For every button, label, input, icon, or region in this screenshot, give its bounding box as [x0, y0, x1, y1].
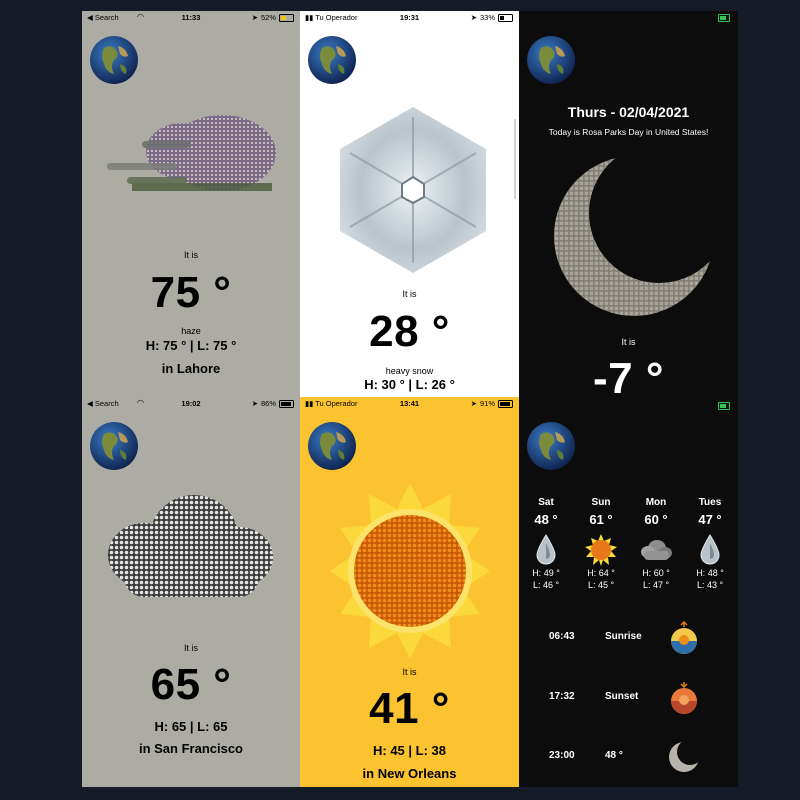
- panel-new-orleans: ▮▮ Tu Operador 13:41 ➤ 91% It is 41 ° H:…: [300, 397, 519, 787]
- crescent-moon-icon: [549, 151, 719, 326]
- forecast-low: L: 46 °: [532, 580, 560, 590]
- sunset-row: 17:32 Sunset: [519, 679, 738, 719]
- moon-icon: [667, 740, 701, 779]
- forecast-temp: 48 °: [534, 512, 558, 527]
- battery-percent: 33%: [479, 13, 495, 22]
- forecast-day-sun: Sun 61 ° H: 64 ° L: 45 °: [574, 497, 628, 591]
- city-name: in Lahore: [161, 361, 221, 376]
- earth-globe-icon[interactable]: [527, 422, 575, 470]
- city-name: in New Orleans: [362, 766, 457, 781]
- panel-forecast: Sat 48 ° H: 49 ° L: 46 ° Sun 61 ° H: 64 …: [519, 397, 738, 787]
- sunset-time: 17:32: [549, 691, 575, 702]
- it-is-label: It is: [183, 250, 198, 260]
- sunrise-label: Sunrise: [605, 631, 642, 642]
- location-arrow-icon: ➤: [251, 399, 258, 408]
- forecast-temp: 61 °: [589, 512, 613, 527]
- location-arrow-icon: ➤: [470, 399, 477, 408]
- location-arrow-icon: ➤: [470, 13, 477, 22]
- forecast-temp: 47 °: [698, 512, 722, 527]
- forecast-day: Tues: [698, 497, 722, 508]
- earth-globe-icon[interactable]: [90, 36, 138, 84]
- night-time: 23:00: [549, 750, 575, 761]
- battery-icon: [718, 14, 730, 22]
- holiday-text: Today is Rosa Parks Day in United States…: [548, 127, 709, 137]
- panel-moon: Thurs - 02/04/2021 Today is Rosa Parks D…: [519, 11, 738, 397]
- it-is-label: It is: [402, 289, 417, 299]
- battery-icon: [498, 13, 513, 22]
- panel-snow: ▮▮ Tu Operador 19:31 ➤ 33% It is 28 ° he…: [300, 11, 519, 397]
- status-right: ➤ 52%: [252, 13, 294, 22]
- forecast-day: Sat: [538, 497, 554, 508]
- forecast-low: L: 43 °: [696, 580, 724, 590]
- temperature-value: 41 °: [369, 684, 450, 733]
- forecast-day: Sun: [591, 497, 611, 508]
- high-low-temps: H: 75 ° | L: 75 °: [145, 338, 237, 353]
- forecast-high: H: 48 °: [696, 568, 724, 578]
- it-is-label: It is: [402, 667, 417, 677]
- forecast-day-mon: Mon 60 ° H: 60 ° L: 47 °: [629, 497, 683, 591]
- earth-globe-icon[interactable]: [308, 422, 356, 470]
- high-low-temps: H: 45 | L: 38: [373, 743, 446, 758]
- status-bar: ▮▮ Tu Operador 19:31 ➤ 33%: [300, 11, 519, 24]
- sunset-icon: [667, 681, 701, 720]
- city-name: in San Francisco: [138, 741, 244, 756]
- forecast-temp: 60 °: [644, 512, 668, 527]
- weather-description: heavy snow: [385, 366, 434, 376]
- forecast-low: L: 45 °: [587, 580, 615, 590]
- forecast-low: L: 47 °: [642, 580, 670, 590]
- forecast-day-tues: Tues 47 ° H: 48 ° L: 43 °: [683, 497, 737, 591]
- battery-icon: [718, 402, 730, 410]
- sunrise-icon: [667, 620, 701, 660]
- forecast-high: H: 49 °: [532, 568, 560, 578]
- it-is-label: It is: [183, 643, 198, 653]
- battery-icon: [279, 399, 294, 408]
- date-title: Thurs - 02/04/2021: [567, 104, 690, 120]
- night-row: 23:00 48 °: [519, 738, 738, 778]
- sunrise-row: 06:43 Sunrise: [519, 619, 738, 659]
- forecast-day-sat: Sat 48 ° H: 49 ° L: 46 °: [519, 497, 573, 591]
- location-arrow-icon: ➤: [251, 13, 258, 22]
- forecast-day: Mon: [645, 497, 667, 508]
- forecast-high: H: 60 °: [642, 568, 670, 578]
- status-right: ➤ 86%: [252, 399, 294, 408]
- weather-description: haze: [181, 326, 201, 336]
- high-low-temps: H: 30 ° | L: 26 °: [364, 377, 455, 392]
- battery-percent: 52%: [260, 13, 276, 22]
- temperature-value: 28 °: [369, 307, 450, 356]
- sunrise-time: 06:43: [549, 631, 575, 642]
- sun-icon: [322, 483, 498, 664]
- temperature-value: -7 °: [593, 354, 664, 397]
- forecast-high: H: 64 °: [587, 568, 615, 578]
- status-right: ➤ 33%: [471, 13, 513, 22]
- status-bar: ◀ Search ◠ 19:02 ➤ 86%: [82, 397, 300, 410]
- status-bar: ▮▮ Tu Operador 13:41 ➤ 91%: [300, 397, 519, 410]
- earth-globe-icon[interactable]: [90, 422, 138, 470]
- temperature-value: 65 °: [150, 660, 232, 709]
- status-bar: ◀ Search ◠ 11:33 ➤ 52%: [82, 11, 300, 24]
- earth-globe-icon[interactable]: [308, 36, 356, 84]
- battery-icon: [279, 13, 294, 22]
- cloud-icon: [629, 533, 683, 567]
- night-temp: 48 °: [605, 750, 623, 761]
- high-low-temps: H: 65 | L: 65: [154, 719, 228, 734]
- battery-percent: 91%: [479, 399, 495, 408]
- sun-icon: [574, 533, 628, 567]
- sunset-label: Sunset: [605, 691, 639, 702]
- snowflake-icon: [340, 107, 486, 278]
- battery-icon: [498, 399, 513, 408]
- status-right: ➤ 91%: [471, 399, 513, 408]
- earth-globe-icon[interactable]: [527, 36, 575, 84]
- panel-lahore: ◀ Search ◠ 11:33 ➤ 52% It is 75 ° haze H…: [82, 11, 300, 397]
- haze-cloud-icon: [102, 101, 282, 206]
- raindrop-icon: [519, 533, 573, 567]
- cloud-icon: [104, 485, 276, 610]
- it-is-label: It is: [621, 337, 636, 347]
- scrollbar[interactable]: [514, 119, 516, 199]
- panel-san-francisco: ◀ Search ◠ 19:02 ➤ 86% It is 65 ° H: 65 …: [82, 397, 300, 787]
- temperature-value: 75 °: [150, 268, 232, 317]
- battery-percent: 86%: [260, 399, 276, 408]
- raindrop-icon: [683, 533, 737, 567]
